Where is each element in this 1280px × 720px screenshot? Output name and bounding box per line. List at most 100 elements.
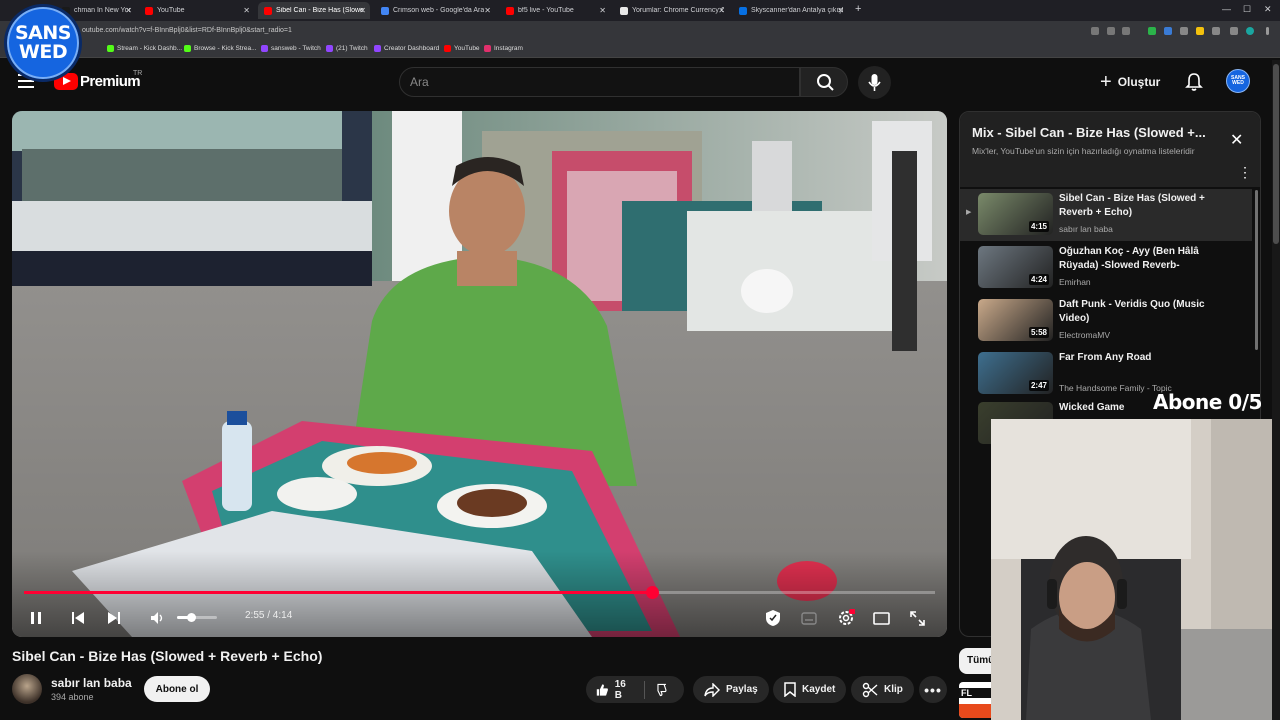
close-tab-icon[interactable]: ✕ [359,6,366,15]
playlist-item-title[interactable]: Sibel Can - Bize Has (Slowed + Reverb + … [1059,192,1224,220]
bookmark-label: Browse - Kick Strea... [194,45,257,52]
video-player[interactable]: 2:55 / 4:14 [12,111,947,637]
save-button[interactable]: Kaydet [773,676,847,703]
close-window-icon[interactable]: ✕ [1264,4,1272,15]
scissors-icon [862,682,878,697]
close-tab-icon[interactable]: ✕ [599,6,606,15]
bookmark-item[interactable]: sansweb - Twitch [261,45,321,52]
playlist-item-channel: sabır lan baba [1059,224,1113,234]
close-tab-icon[interactable]: ✕ [243,6,250,15]
close-tab-icon[interactable]: ✕ [837,6,844,15]
recommended-thumbnail[interactable]: FL [959,682,995,718]
cast-icon[interactable] [1107,27,1115,35]
share-icon [704,682,720,697]
bookmark-item[interactable]: Browse - Kick Strea... [184,45,257,52]
bookmark-item[interactable]: (21) Twitch [326,45,368,52]
playlist-item-title[interactable]: Far From Any Road [1059,351,1224,365]
playlist-item[interactable]: ▶ 4:15 Sibel Can - Bize Has (Slowed + Reve… [960,189,1252,241]
page-scrollbar[interactable] [1272,60,1280,720]
settings-button[interactable] [834,606,858,630]
close-tab-icon[interactable]: ✕ [718,6,725,15]
playlist-item-channel: Emirhan [1059,277,1091,287]
close-playlist-icon[interactable]: ✕ [1230,130,1243,150]
zoom-icon[interactable] [1091,27,1099,35]
bookmark-item[interactable]: Instagram [484,45,523,52]
volume-icon [151,612,163,624]
playlist-item-title[interactable]: Oğuzhan Koç - Ayy (Ben Hâlâ Rüyada) -Slo… [1059,245,1224,273]
sidebar-icon[interactable] [1230,27,1238,35]
volume-slider[interactable] [177,613,217,622]
browser-menu-icon[interactable] [1266,27,1269,35]
bookmark-label: Stream - Kick Dashb... [117,45,183,52]
youtube-premium-label[interactable]: Premium [80,73,141,90]
like-icon[interactable] [596,682,609,698]
clip-label: Klip [884,684,903,695]
url-field[interactable]: outube.com/watch?v=f-BInnBplj0&list=RDf-… [82,27,292,34]
country-code: TR [133,70,143,77]
extension-icon[interactable] [1196,27,1204,35]
channel-avatar[interactable] [12,674,42,704]
playlist-thumbnail[interactable]: 2:47 [978,352,1053,394]
playlist-item-title[interactable]: Daft Punk - Veridis Quo (Music Video) [1059,298,1224,326]
close-tab-icon[interactable]: ✕ [484,6,491,15]
profile-icon[interactable] [1246,27,1254,35]
mute-button[interactable] [146,606,170,630]
extension-icon[interactable] [1180,27,1188,35]
playlist-thumbnail[interactable]: 5:58 [978,299,1053,341]
extension-icon[interactable] [1164,27,1172,35]
extension-icon[interactable] [1148,27,1156,35]
more-vertical-icon[interactable]: ⋮ [1238,164,1252,181]
share-button[interactable]: Paylaş [693,676,769,703]
theater-icon [872,611,890,625]
tab-title: chman In New Yor [74,7,131,14]
bookmark-label: Creator Dashboard [384,45,440,52]
create-button[interactable]: + Oluştur [1100,68,1160,96]
playlist-item[interactable]: 5:58 Daft Punk - Veridis Quo (Music Video… [960,295,1252,347]
playlist-thumbnail[interactable]: 4:24 [978,246,1053,288]
more-actions-button[interactable]: ••• [919,676,947,703]
voice-search-button[interactable] [858,66,891,99]
playlist-title[interactable]: Mix - Sibel Can - Bize Has (Slowed +... [972,125,1222,140]
channel-name[interactable]: sabır lan baba [51,676,132,690]
progress-bar[interactable] [24,586,935,599]
dislike-icon[interactable] [654,682,667,698]
extensions-puzzle-icon[interactable] [1212,27,1220,35]
previous-button[interactable] [66,606,90,630]
playlist-scrollbar[interactable] [1255,190,1258,350]
browser-tab[interactable]: YouTube ✕ [139,2,254,19]
subtitles-button[interactable] [797,606,821,630]
duration-badge: 2:47 [1028,380,1049,391]
clip-button[interactable]: Klip [851,676,914,703]
browser-tab[interactable]: bf5 live - YouTube ✕ [500,2,610,19]
browser-tab[interactable]: Crimson web - Google'da Ara ✕ [375,2,495,19]
playlist-item[interactable]: 4:24 Oğuzhan Koç - Ayy (Ben Hâlâ Rüyada) … [960,242,1252,294]
pause-button[interactable] [24,606,48,630]
browser-tab[interactable]: Sibel Can - Bize Has (Slowe ✕ [258,2,370,19]
bookmark-item[interactable]: Stream - Kick Dashb... [107,45,182,52]
bookmark-item[interactable]: Creator Dashboard [374,45,439,52]
bookmark-star-icon[interactable] [1122,27,1130,35]
duration-badge: 5:58 [1028,327,1049,338]
like-count[interactable]: 16 B [615,679,632,701]
progress-scrubber[interactable] [645,586,659,599]
volume-knob[interactable] [187,613,196,622]
subscribe-button[interactable]: Abone ol [144,676,210,702]
sponsor-shield-button[interactable] [761,606,785,630]
notifications-bell-icon[interactable] [1185,72,1203,97]
theater-mode-button[interactable] [869,606,893,630]
bookmark-item[interactable]: YouTube [444,45,480,52]
browser-tab[interactable]: Yorumlar: Chrome Currency Co ✕ [614,2,729,19]
close-tab-icon[interactable]: ✕ [125,6,132,15]
new-tab-button[interactable]: + [855,3,861,15]
tab-title: Yorumlar: Chrome Currency Co [632,7,724,14]
search-input[interactable] [410,68,790,96]
minimize-icon[interactable]: — [1222,4,1231,14]
maximize-icon[interactable]: ☐ [1243,4,1251,15]
next-button[interactable] [102,606,126,630]
browser-tab[interactable]: Skyscanner'dan Antalya çıkışl ✕ [733,2,848,19]
fullscreen-button[interactable] [905,606,929,630]
search-button[interactable] [800,67,848,97]
account-avatar[interactable]: SANS WED [1226,69,1250,93]
playlist-thumbnail[interactable]: 4:15 [978,193,1053,235]
tab-favicon-icon [739,6,747,15]
